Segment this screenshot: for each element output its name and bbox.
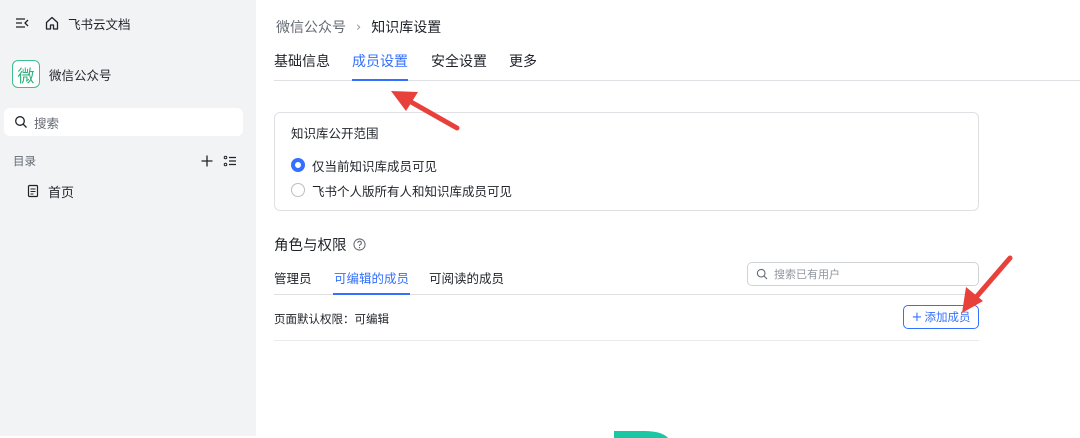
visibility-title: 知识库公开范围 [291,126,379,141]
settings-tabs: 基础信息 成员设置 安全设置 更多 [274,48,1080,81]
breadcrumb: 微信公众号 › 知识库设置 [276,17,441,37]
tab-editors[interactable]: 可编辑的成员 [332,268,411,295]
sidebar: 飞书云文档 微 微信公众号 搜索 目录 首页 [0,0,256,436]
visibility-option-label: 仅当前知识库成员可见 [312,158,438,174]
tab-basic-info[interactable]: 基础信息 [274,51,330,81]
workspace-label[interactable]: 飞书云文档 [68,14,131,33]
radio-button-selected[interactable] [291,158,305,172]
tab-more[interactable]: 更多 [509,51,537,81]
radio-button[interactable] [291,183,305,197]
space-header[interactable]: 微 微信公众号 [12,60,112,88]
roles-section-title: 角色与权限 [274,234,366,254]
divider [274,340,979,341]
visibility-option-label: 飞书个人版所有人和知识库成员可见 [312,183,513,199]
doc-icon [27,184,39,198]
default-permission-text: 页面默认权限：可编辑 [274,312,389,326]
toc-title: 目录 [13,154,36,168]
space-logo: 微 [12,60,40,88]
add-member-button[interactable]: + 添加成员 [903,305,979,329]
tab-security-settings[interactable]: 安全设置 [431,51,487,81]
tab-readers[interactable]: 可阅读的成员 [429,268,504,295]
tab-admins[interactable]: 管理员 [274,268,312,295]
visibility-card: 知识库公开范围 仅当前知识库成员可见 飞书个人版所有人和知识库成员可见 [274,112,979,211]
search-icon [15,116,27,128]
toc-item-home[interactable]: 首页 [26,181,74,201]
sidebar-search-input[interactable]: 搜索 [4,108,243,136]
toc-item-label: 首页 [48,185,75,201]
user-search-placeholder: 搜索已有用户 [774,268,840,281]
toc-header: 目录 [13,152,237,170]
add-page-icon[interactable] [200,154,214,168]
space-name: 微信公众号 [49,67,112,83]
add-member-label: 添加成员 [924,310,971,324]
home-icon[interactable] [44,15,60,31]
breadcrumb-separator: › [356,19,362,35]
search-icon [756,268,768,280]
collapse-sidebar-icon[interactable] [14,15,30,31]
sidebar-search-placeholder: 搜索 [34,115,60,131]
main-panel: 微信公众号 › 知识库设置 基础信息 成员设置 安全设置 更多 知识库公开范围 … [256,0,1080,438]
help-icon[interactable] [352,237,366,251]
visibility-option-everyone[interactable]: 飞书个人版所有人和知识库成员可见 [291,181,512,199]
tab-member-settings[interactable]: 成员设置 [352,51,408,81]
roles-title: 角色与权限 [274,237,347,254]
sidebar-header: 飞书云文档 [14,12,131,34]
user-search-input[interactable]: 搜索已有用户 [747,262,979,286]
page-title: 知识库设置 [371,20,442,36]
toc-list-icon[interactable] [223,154,237,168]
decorative-shape [614,431,668,438]
breadcrumb-parent[interactable]: 微信公众号 [276,17,346,37]
plus-icon: + [911,309,923,325]
visibility-option-members-only[interactable]: 仅当前知识库成员可见 [291,156,437,174]
